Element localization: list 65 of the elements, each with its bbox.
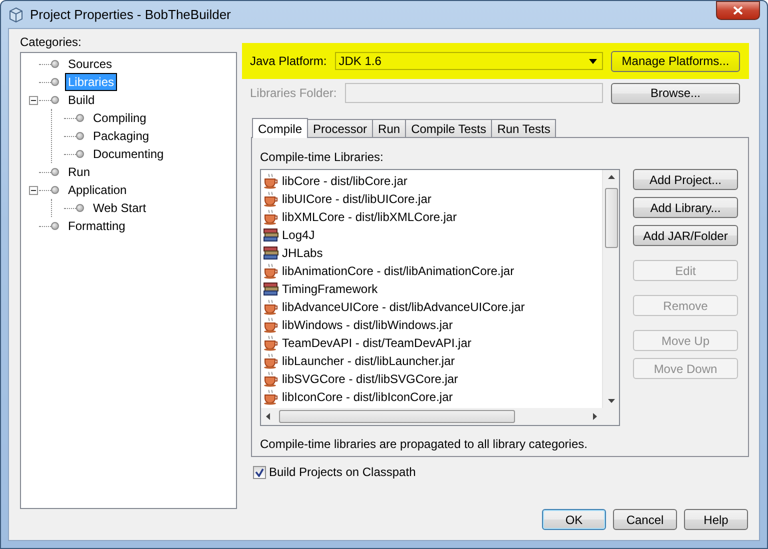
category-item[interactable]: Packaging	[91, 128, 152, 144]
coffee-cup-icon	[263, 353, 279, 369]
tab[interactable]: Compile Tests	[405, 119, 492, 137]
list-action-button[interactable]: Add Library...	[633, 197, 738, 218]
coffee-cup-icon	[263, 173, 279, 189]
books-icon	[263, 227, 279, 243]
category-item[interactable]: Compiling	[91, 110, 148, 126]
compile-libraries-label: Compile-time Libraries:	[260, 150, 384, 164]
manage-platforms-button[interactable]: Manage Platforms...	[611, 50, 740, 72]
category-item[interactable]: Build	[66, 92, 97, 108]
coffee-cup-icon	[263, 389, 279, 405]
library-item[interactable]: TimingFramework	[282, 282, 378, 296]
category-item[interactable]: Documenting	[91, 146, 166, 162]
propagation-note: Compile-time libraries are propagated to all library categories.	[260, 437, 588, 451]
library-item[interactable]: Log4J	[282, 228, 315, 242]
list-action-button[interactable]: Add Project...	[633, 169, 738, 190]
coffee-cup-icon	[263, 299, 279, 315]
dialog-button[interactable]: OK	[542, 509, 606, 530]
library-item[interactable]: libXMLCore - dist/libXMLCore.jar	[282, 210, 457, 224]
books-icon	[263, 245, 279, 261]
library-item[interactable]: TeamDevAPI - dist/TeamDevAPI.jar	[282, 336, 472, 350]
libraries-folder-label: Libraries Folder:	[250, 86, 337, 100]
books-icon	[263, 281, 279, 297]
dialog-button[interactable]: Help	[684, 509, 748, 530]
library-item[interactable]: libAnimationCore - dist/libAnimationCore.jar	[282, 264, 514, 278]
java-platform-dropdown[interactable]: JDK 1.6	[334, 52, 603, 70]
category-item[interactable]: Application	[66, 182, 129, 198]
window-title: Project Properties - BobTheBuilder	[30, 7, 232, 22]
library-item[interactable]: libAdvanceUICore - dist/libAdvanceUICore.jar	[282, 300, 525, 314]
collapse-toggle[interactable]	[28, 96, 38, 104]
checkbox[interactable]	[253, 466, 266, 478]
tab[interactable]: Compile	[252, 118, 308, 138]
coffee-cup-icon	[263, 263, 279, 279]
tab[interactable]: Run	[372, 119, 406, 137]
tab[interactable]: Processor	[307, 119, 374, 137]
category-item[interactable]: Formatting	[66, 218, 128, 234]
java-platform-label: Java Platform:	[250, 54, 327, 68]
library-item[interactable]: libSVGCore - dist/libSVGCore.jar	[282, 372, 458, 386]
dialog-button[interactable]: Cancel	[613, 509, 677, 530]
coffee-cup-icon	[263, 191, 279, 207]
vertical-scrollbar[interactable]	[602, 170, 619, 408]
library-item[interactable]: libWindows - dist/libWindows.jar	[282, 318, 453, 332]
cube-icon	[8, 6, 24, 22]
library-item[interactable]: libLauncher - dist/libLauncher.jar	[282, 354, 455, 368]
checkbox-label: Build Projects on Classpath	[269, 465, 416, 479]
category-item[interactable]: Run	[66, 164, 92, 180]
tab[interactable]: Run Tests	[491, 119, 556, 137]
library-item[interactable]: libIconCore - dist/libIconCore.jar	[282, 390, 453, 404]
close-icon	[733, 6, 743, 14]
coffee-cup-icon	[263, 209, 279, 225]
collapse-toggle[interactable]	[28, 186, 38, 194]
scrollbar-thumb[interactable]	[604, 188, 618, 248]
library-item[interactable]: libCore - dist/libCore.jar	[282, 174, 408, 188]
category-item[interactable]: Sources	[66, 56, 114, 72]
coffee-cup-icon	[263, 335, 279, 351]
horizontal-scrollbar[interactable]	[261, 408, 602, 425]
category-item[interactable]: Web Start	[91, 200, 148, 216]
scrollbar-thumb[interactable]	[279, 410, 515, 423]
list-action-button[interactable]: Add JAR/Folder	[633, 225, 738, 246]
coffee-cup-icon	[263, 317, 279, 333]
categories-label: Categories:	[20, 35, 82, 49]
library-item[interactable]: libUICore - dist/libUICore.jar	[282, 192, 432, 206]
close-button[interactable]	[716, 0, 760, 20]
library-item[interactable]: JHLabs	[282, 246, 323, 260]
coffee-cup-icon	[263, 371, 279, 387]
